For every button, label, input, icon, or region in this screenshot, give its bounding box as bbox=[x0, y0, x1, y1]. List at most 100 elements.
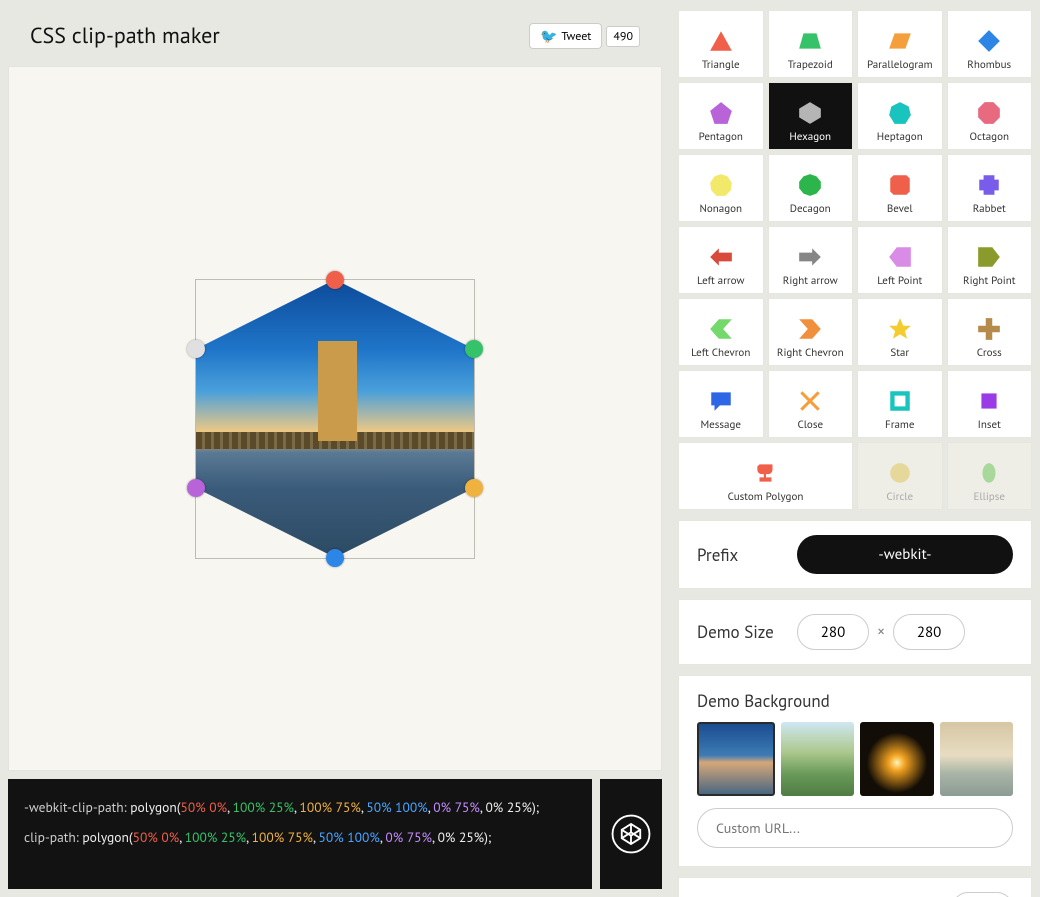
shape-left-point[interactable]: Left Point bbox=[857, 226, 943, 294]
shape-trapezoid[interactable]: Trapezoid bbox=[768, 10, 854, 78]
inset-icon bbox=[976, 387, 1002, 415]
clip-canvas[interactable] bbox=[8, 66, 662, 771]
shape-rabbet[interactable]: Rabbet bbox=[947, 154, 1033, 222]
parallelogram-icon bbox=[887, 27, 913, 55]
shape-label: Message bbox=[700, 419, 741, 431]
shape-label: Heptagon bbox=[877, 131, 923, 143]
rchev-icon bbox=[797, 315, 823, 343]
shape-right-point[interactable]: Right Point bbox=[947, 226, 1033, 294]
shape-close[interactable]: Close bbox=[768, 370, 854, 438]
rhombus-icon bbox=[976, 27, 1002, 55]
bg-thumb-2[interactable] bbox=[781, 722, 855, 796]
hexagon-icon bbox=[797, 99, 823, 127]
handle-1[interactable] bbox=[326, 271, 344, 289]
custom-url-input[interactable] bbox=[697, 808, 1013, 848]
shape-label: Left Chevron bbox=[691, 347, 750, 359]
shape-label: Pentagon bbox=[699, 131, 743, 143]
shape-right-chevron[interactable]: Right Chevron bbox=[768, 298, 854, 366]
lpoint-icon bbox=[887, 243, 913, 271]
shape-decagon[interactable]: Decagon bbox=[768, 154, 854, 222]
shape-triangle[interactable]: Triangle bbox=[678, 10, 764, 78]
prefix-toggle[interactable]: -webkit- bbox=[797, 535, 1013, 574]
handle-5[interactable] bbox=[187, 479, 205, 497]
shape-label: Circle bbox=[886, 491, 913, 503]
shape-circle: Circle bbox=[857, 442, 943, 510]
larrow-icon bbox=[708, 243, 734, 271]
outside-toggle[interactable]: Off bbox=[952, 892, 1013, 897]
frame-icon bbox=[887, 387, 913, 415]
height-input[interactable] bbox=[893, 614, 965, 650]
lchev-icon bbox=[708, 315, 734, 343]
rabbet-icon bbox=[976, 171, 1002, 199]
shape-label: Parallelogram bbox=[867, 59, 933, 71]
handle-6[interactable] bbox=[187, 340, 205, 358]
shape-label: Cross bbox=[977, 347, 1002, 359]
outside-section: Show outside clip-path Off bbox=[678, 877, 1032, 897]
shape-star[interactable]: Star bbox=[857, 298, 943, 366]
handle-4[interactable] bbox=[326, 549, 344, 567]
shape-label: Rabbet bbox=[973, 203, 1006, 215]
shape-label: Right arrow bbox=[783, 275, 838, 287]
size-section: Demo Size × bbox=[678, 599, 1032, 665]
shape-hexagon[interactable]: Hexagon bbox=[768, 82, 854, 150]
shape-label: Octagon bbox=[970, 131, 1010, 143]
shape-message[interactable]: Message bbox=[678, 370, 764, 438]
prefix-section: Prefix -webkit- bbox=[678, 520, 1032, 589]
ellipse-icon bbox=[976, 459, 1002, 487]
shape-bevel[interactable]: Bevel bbox=[857, 154, 943, 222]
bg-thumb-4[interactable] bbox=[940, 722, 1014, 796]
shape-nonagon[interactable]: Nonagon bbox=[678, 154, 764, 222]
shape-octagon[interactable]: Octagon bbox=[947, 82, 1033, 150]
shape-inset[interactable]: Inset bbox=[947, 370, 1033, 438]
shape-label: Frame bbox=[885, 419, 914, 431]
shape-pentagon[interactable]: Pentagon bbox=[678, 82, 764, 150]
shape-label: Right Point bbox=[963, 275, 1015, 287]
shape-label: Left Point bbox=[877, 275, 922, 287]
custom-icon bbox=[753, 459, 779, 487]
shape-left-arrow[interactable]: Left arrow bbox=[678, 226, 764, 294]
shape-label: Star bbox=[890, 347, 909, 359]
tweet-button[interactable]: 🐦 Tweet bbox=[529, 23, 602, 49]
tweet-label: Tweet bbox=[561, 29, 591, 44]
shape-heptagon[interactable]: Heptagon bbox=[857, 82, 943, 150]
shape-label: Hexagon bbox=[789, 131, 831, 143]
shape-label: Trapezoid bbox=[788, 59, 833, 71]
background-label: Demo Background bbox=[697, 690, 1013, 712]
shape-rhombus[interactable]: Rhombus bbox=[947, 10, 1033, 78]
message-icon bbox=[708, 387, 734, 415]
heptagon-icon bbox=[887, 99, 913, 127]
triangle-icon bbox=[708, 27, 734, 55]
shape-label: Custom Polygon bbox=[728, 491, 804, 503]
shape-frame[interactable]: Frame bbox=[857, 370, 943, 438]
rarrow-icon bbox=[797, 243, 823, 271]
octagon-icon bbox=[976, 99, 1002, 127]
handle-2[interactable] bbox=[465, 340, 483, 358]
shape-parallelogram[interactable]: Parallelogram bbox=[857, 10, 943, 78]
bevel-icon bbox=[887, 171, 913, 199]
cross-icon bbox=[976, 315, 1002, 343]
nonagon-icon bbox=[708, 171, 734, 199]
twitter-icon: 🐦 bbox=[540, 27, 557, 45]
tweet-count: 490 bbox=[606, 26, 640, 47]
shape-label: Ellipse bbox=[974, 491, 1005, 503]
shape-right-arrow[interactable]: Right arrow bbox=[768, 226, 854, 294]
rpoint-icon bbox=[976, 243, 1002, 271]
shape-label: Left arrow bbox=[697, 275, 744, 287]
star-icon bbox=[887, 315, 913, 343]
trapezoid-icon bbox=[797, 27, 823, 55]
code-output[interactable]: -webkit-clip-path: polygon(50% 0%, 100% … bbox=[8, 779, 592, 889]
shape-custom-polygon[interactable]: Custom Polygon bbox=[678, 442, 853, 510]
bg-thumb-3[interactable] bbox=[860, 722, 934, 796]
shape-cross[interactable]: Cross bbox=[947, 298, 1033, 366]
shape-left-chevron[interactable]: Left Chevron bbox=[678, 298, 764, 366]
circle-icon bbox=[887, 459, 913, 487]
codepen-button[interactable] bbox=[600, 779, 662, 889]
width-input[interactable] bbox=[797, 614, 869, 650]
shape-ellipse: Ellipse bbox=[947, 442, 1033, 510]
pentagon-icon bbox=[708, 99, 734, 127]
shape-label: Bevel bbox=[887, 203, 913, 215]
bg-thumb-1[interactable] bbox=[697, 722, 775, 796]
demo-image bbox=[196, 280, 474, 558]
decagon-icon bbox=[797, 171, 823, 199]
handle-3[interactable] bbox=[465, 479, 483, 497]
